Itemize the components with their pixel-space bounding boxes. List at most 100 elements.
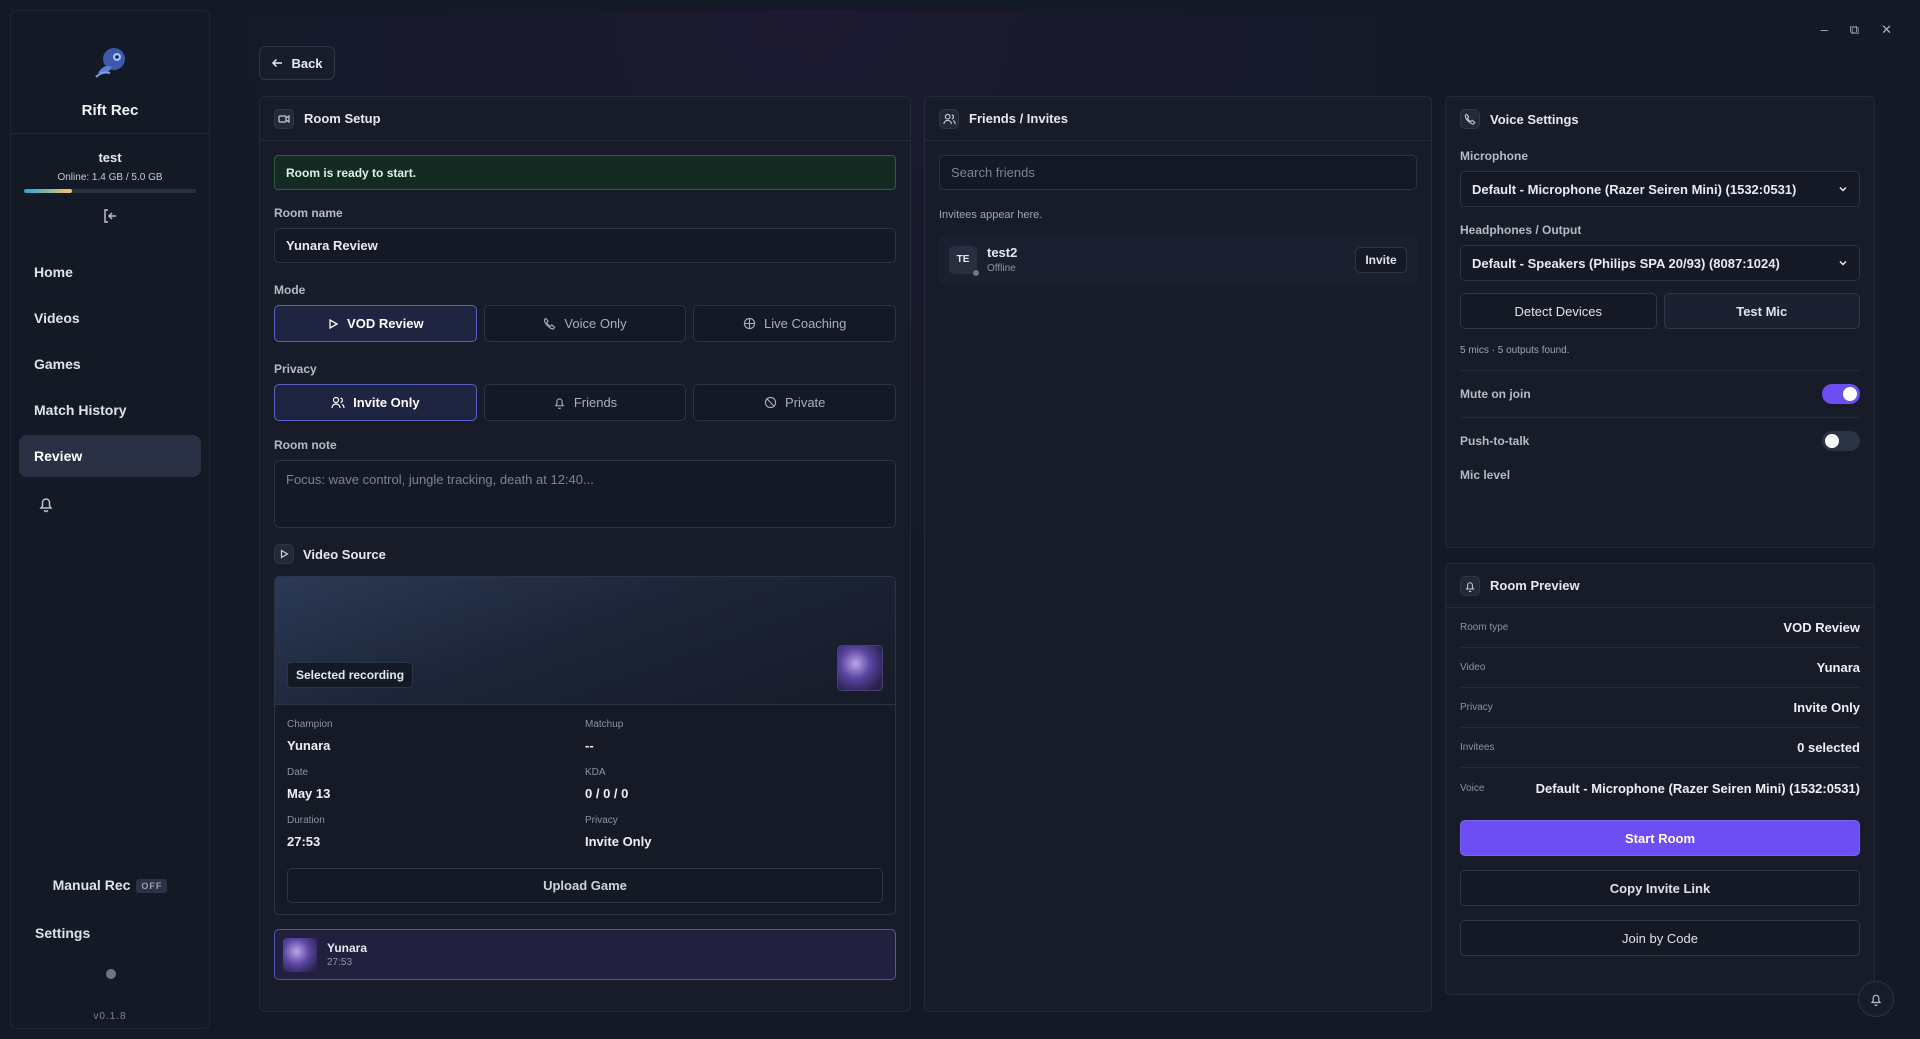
mode-label: Mode bbox=[274, 283, 306, 297]
friend-list-item: TE test2 Offline Invite bbox=[939, 235, 1417, 284]
friends-panel: Friends / Invites Search friends Invitee… bbox=[924, 96, 1432, 1012]
mode-selector: VOD Review Voice Only Live Coaching bbox=[274, 305, 897, 342]
push-to-talk-row: Push-to-talk bbox=[1460, 418, 1860, 464]
back-button[interactable]: Back bbox=[259, 46, 335, 80]
video-source-title: Video Source bbox=[303, 546, 386, 562]
chameleon-logo-icon bbox=[95, 48, 125, 78]
detail-privacy-value: Invite Only bbox=[585, 834, 652, 849]
microphone-select[interactable]: Default - Microphone (Razer Seiren Mini)… bbox=[1460, 171, 1860, 207]
copy-invite-link-button[interactable]: Copy Invite Link bbox=[1460, 870, 1860, 906]
preview-value: Default - Microphone (Razer Seiren Mini)… bbox=[1535, 780, 1860, 796]
mode-voice-only[interactable]: Voice Only bbox=[483, 305, 687, 342]
voice-settings-title: Voice Settings bbox=[1490, 111, 1579, 127]
duration-value: 27:53 bbox=[287, 834, 321, 849]
upload-game-button[interactable]: Upload Game bbox=[287, 868, 883, 903]
logout-icon[interactable] bbox=[101, 207, 119, 225]
manual-rec-toggle[interactable]: Manual Rec OFF bbox=[11, 877, 209, 894]
matchup-value: -- bbox=[585, 738, 594, 753]
friends-header: Friends / Invites bbox=[925, 97, 1431, 141]
output-label: Headphones / Output bbox=[1460, 223, 1582, 237]
notifications-button[interactable] bbox=[1858, 981, 1894, 1017]
app-version: v0.1.8 bbox=[93, 1011, 127, 1022]
privacy-private-label: Private bbox=[784, 395, 826, 410]
sidebar-nav: Home Videos Games Match History Review bbox=[11, 251, 209, 477]
voice-settings-panel: Voice Settings Microphone Default - Micr… bbox=[1445, 96, 1875, 548]
storage-bar bbox=[24, 189, 196, 193]
bell-icon bbox=[554, 398, 565, 409]
preview-row-voice: Voice Default - Microphone (Razer Seiren … bbox=[1460, 768, 1860, 808]
mic-level-label: Mic level bbox=[1460, 468, 1511, 482]
room-setup-header: Room Setup bbox=[260, 97, 910, 141]
sidebar-item-review[interactable]: Review bbox=[19, 435, 201, 477]
privacy-label: Privacy bbox=[274, 362, 317, 376]
room-setup-title: Room Setup bbox=[304, 111, 381, 126]
push-to-talk-toggle[interactable] bbox=[1822, 431, 1860, 451]
sidebar-item-home[interactable]: Home bbox=[19, 251, 201, 293]
sidebar-item-match-history[interactable]: Match History bbox=[19, 389, 201, 431]
date-value: May 13 bbox=[287, 786, 331, 801]
mute-on-join-toggle[interactable] bbox=[1822, 384, 1860, 404]
friend-status: Offline bbox=[987, 263, 1016, 274]
play-icon bbox=[274, 544, 294, 564]
maximize-icon[interactable]: ⧉ bbox=[1850, 22, 1859, 38]
room-note-label: Room note bbox=[274, 438, 337, 452]
sidebar-item-games[interactable]: Games bbox=[19, 343, 201, 385]
privacy-friends[interactable]: Friends bbox=[483, 384, 687, 421]
sidebar-item-videos[interactable]: Videos bbox=[19, 297, 201, 339]
phone-icon bbox=[1460, 109, 1480, 129]
bell-icon[interactable] bbox=[37, 495, 55, 513]
mode-vod-review[interactable]: VOD Review bbox=[274, 305, 477, 342]
minimize-icon[interactable]: – bbox=[1821, 22, 1828, 38]
room-name-input[interactable]: Yunara Review bbox=[274, 228, 896, 263]
champion-value: Yunara bbox=[287, 738, 331, 753]
room-preview-header: Room Preview bbox=[1446, 564, 1874, 608]
recording-duration: 27:53 bbox=[327, 957, 353, 968]
voice-settings-header: Voice Settings bbox=[1446, 97, 1874, 141]
room-ready-banner: Room is ready to start. bbox=[274, 155, 896, 190]
ban-icon bbox=[764, 396, 777, 409]
phone-icon bbox=[544, 317, 556, 330]
video-thumbnail: Selected recording bbox=[275, 577, 895, 705]
mode-vod-review-label: VOD Review bbox=[347, 316, 424, 331]
selected-recording-badge: Selected recording bbox=[287, 662, 414, 688]
chevron-down-icon bbox=[1839, 186, 1847, 192]
manual-rec-label: Manual Rec bbox=[52, 877, 131, 893]
test-mic-button[interactable]: Test Mic bbox=[1663, 293, 1860, 329]
privacy-selector: Invite Only Friends Private bbox=[274, 384, 897, 421]
app-name: Rift Rec bbox=[81, 102, 139, 119]
kda-label: KDA bbox=[585, 767, 606, 778]
toggle-knob bbox=[1825, 434, 1839, 448]
back-button-label: Back bbox=[291, 55, 323, 71]
preview-key: Invitees bbox=[1460, 742, 1495, 753]
output-select[interactable]: Default - Speakers (Philips SPA 20/93) (… bbox=[1460, 245, 1860, 281]
main-area: – ⧉ ✕ Back Room Setup Room is ready to s… bbox=[222, 10, 1910, 1029]
search-friends-input[interactable]: Search friends bbox=[939, 155, 1417, 190]
mode-live-coaching-label: Live Coaching bbox=[763, 316, 847, 331]
join-by-code-button[interactable]: Join by Code bbox=[1460, 920, 1860, 956]
recording-list-item[interactable]: Yunara 27:53 bbox=[274, 929, 896, 980]
room-setup-panel: Room Setup Room is ready to start. Room … bbox=[259, 96, 911, 1012]
close-icon[interactable]: ✕ bbox=[1881, 22, 1892, 38]
start-room-button[interactable]: Start Room bbox=[1460, 820, 1860, 856]
privacy-private[interactable]: Private bbox=[693, 384, 897, 421]
preview-row-invitees: Invitees 0 selected bbox=[1460, 728, 1860, 768]
room-name-label: Room name bbox=[274, 206, 343, 220]
preview-value: 0 selected bbox=[1797, 740, 1860, 755]
privacy-invite-only[interactable]: Invite Only bbox=[274, 384, 477, 421]
sidebar-item-settings[interactable]: Settings bbox=[35, 925, 90, 941]
logo-area: Rift Rec bbox=[11, 11, 209, 134]
storage-bar-fill bbox=[24, 189, 73, 193]
connection-status-dot bbox=[106, 969, 116, 979]
recording-details: Champion Yunara Matchup -- Date May 13 KDA 0… bbox=[275, 705, 895, 849]
room-note-textarea[interactable]: Focus: wave control, jungle tracking, de… bbox=[274, 460, 896, 528]
user-box: test Online: 1.4 GB / 5.0 GB bbox=[11, 134, 209, 225]
output-value: Default - Speakers (Philips SPA 20/93) (… bbox=[1472, 255, 1780, 271]
invitees-hint: Invitees appear here. bbox=[939, 209, 1043, 221]
preview-row-privacy: Privacy Invite Only bbox=[1460, 688, 1860, 728]
friends-title: Friends / Invites bbox=[969, 111, 1068, 126]
detect-devices-button[interactable]: Detect Devices bbox=[1460, 293, 1657, 329]
mode-live-coaching[interactable]: Live Coaching bbox=[693, 305, 897, 342]
offline-dot bbox=[973, 269, 979, 276]
preview-value: Yunara bbox=[1816, 660, 1860, 675]
invite-button[interactable]: Invite bbox=[1355, 246, 1407, 273]
